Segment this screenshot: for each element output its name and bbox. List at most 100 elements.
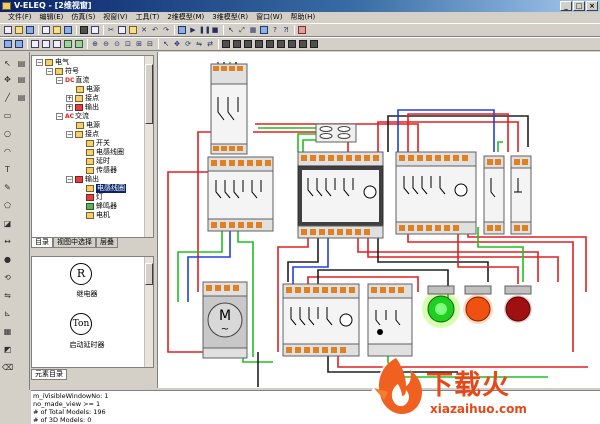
tree-node-electrical[interactable]: − 电气 (36, 58, 69, 67)
new-view-icon[interactable] (41, 25, 51, 35)
align-bottom-icon[interactable] (265, 39, 275, 49)
fill-tool-icon[interactable]: ◪ (2, 218, 13, 229)
tab-layers[interactable]: 层叠 (96, 238, 118, 248)
color-tool-icon[interactable]: ◩ (2, 344, 13, 355)
simulate-icon[interactable] (177, 25, 187, 35)
tree-node-output-coil[interactable]: 电感线圈 (86, 184, 126, 193)
view-3d-icon[interactable] (74, 39, 84, 49)
context-help-icon[interactable]: ⁈ (281, 25, 291, 35)
tree-node-symbols[interactable]: − 符号 (46, 67, 79, 76)
fuse-block[interactable] (315, 123, 357, 143)
grid-icon[interactable]: ▦ (248, 25, 258, 35)
zoom-out-icon[interactable]: ⊖ (101, 39, 111, 49)
zoom-in-icon[interactable]: ⊕ (90, 39, 100, 49)
maximize-button[interactable]: □ (573, 1, 585, 11)
menu-edit[interactable]: 编辑(E) (36, 12, 68, 23)
copy-icon[interactable] (117, 25, 127, 35)
menu-3d-model[interactable]: 3维模型(R) (208, 12, 252, 23)
align-left-icon[interactable] (221, 39, 231, 49)
2d-view-canvas[interactable]: M ~ (157, 52, 600, 388)
redo-icon[interactable]: ↷ (161, 25, 171, 35)
red-lamp[interactable] (505, 296, 531, 322)
select-tool-icon[interactable]: ↖ (2, 58, 13, 69)
contactor-4[interactable] (282, 283, 360, 357)
tree-node-dc-power[interactable]: 电源 (76, 85, 100, 94)
erase-tool-icon[interactable]: ⌫ (2, 362, 13, 373)
menu-2d-model[interactable]: 2维模型(M) (163, 12, 208, 23)
tree-node-ac-power[interactable]: 电源 (76, 121, 100, 130)
indicator-lamps[interactable] (422, 285, 532, 328)
paste-icon[interactable] (128, 25, 138, 35)
pan-icon[interactable]: ✥ (172, 39, 182, 49)
list-icon[interactable]: ▤ (16, 74, 27, 85)
tab-catalog[interactable]: 目录 (31, 238, 53, 248)
menu-window[interactable]: 窗口(W) (252, 12, 286, 23)
tree-node-lamp[interactable]: 灯 (86, 193, 103, 202)
polygon-tool-icon[interactable]: ⬠ (2, 200, 13, 211)
tree-node-ac[interactable]: − AC 交流 (56, 112, 89, 121)
zoom-all-icon[interactable]: ⊞ (134, 39, 144, 49)
tree-node-dc-contact[interactable]: + 接点 (66, 94, 99, 103)
tree-node-timer[interactable]: 延时 (86, 157, 110, 166)
list-icon[interactable]: ▤ (16, 92, 27, 103)
dimension-tool-icon[interactable]: ↔ (2, 236, 13, 247)
relay-symbol[interactable]: R (70, 263, 92, 285)
tree-node-switch[interactable]: 开关 (86, 139, 110, 148)
cut-icon[interactable]: ✂ (106, 25, 116, 35)
mirror-icon[interactable]: ⇋ (194, 39, 204, 49)
measure-tool-icon[interactable]: ⊾ (2, 308, 13, 319)
view-iso-icon[interactable] (63, 39, 73, 49)
save-view-icon[interactable] (63, 25, 73, 35)
tab-select-in-view[interactable]: 视图中选择 (53, 238, 96, 248)
group-icon[interactable] (287, 39, 297, 49)
motor[interactable]: M ~ (202, 281, 248, 359)
tree-node-dc[interactable]: − DC 直流 (56, 76, 89, 85)
save-icon[interactable] (25, 25, 35, 35)
help-icon[interactable]: ? (270, 25, 280, 35)
delete-icon[interactable]: ✕ (139, 25, 149, 35)
menu-tools[interactable]: 工具(T) (132, 12, 164, 23)
pointer-icon[interactable]: ↖ (226, 25, 236, 35)
relay-1[interactable] (483, 155, 505, 235)
element-scrollbar[interactable] (144, 257, 153, 367)
rotate-tool-icon[interactable]: ⟲ (2, 272, 13, 283)
tree-node-buzzer[interactable]: 蜂鸣器 (86, 202, 117, 211)
relay-2[interactable] (510, 155, 532, 235)
menu-file[interactable]: 文件(F) (4, 12, 36, 23)
open-view-icon[interactable] (52, 25, 62, 35)
layout-icon[interactable] (3, 39, 13, 49)
mirror-tool-icon[interactable]: ⇋ (2, 290, 13, 301)
component-icon[interactable] (259, 25, 269, 35)
tree-scrollbar[interactable] (144, 56, 153, 237)
tree-node-dc-output[interactable]: + 输出 (66, 103, 99, 112)
book-icon[interactable] (297, 25, 307, 35)
select-icon[interactable]: ↖ (161, 39, 171, 49)
tab-element-catalog[interactable]: 元素目录 (31, 369, 67, 380)
align-top-icon[interactable] (254, 39, 264, 49)
view-top-icon[interactable] (41, 39, 51, 49)
view-side-icon[interactable] (52, 39, 62, 49)
circle-tool-icon[interactable]: ○ (2, 128, 13, 139)
new-file-icon[interactable] (3, 25, 13, 35)
wire-icon[interactable]: ⤢ (237, 25, 247, 35)
stop-icon[interactable]: ■ (210, 25, 220, 35)
contactor-3[interactable] (395, 151, 477, 235)
pause-icon[interactable]: ❚❚ (199, 25, 211, 35)
pan-tool-icon[interactable]: ✥ (2, 74, 13, 85)
menu-help[interactable]: 帮助(H) (286, 12, 319, 23)
scroll-thumb[interactable] (145, 263, 153, 285)
zoom-fit-icon[interactable]: ⊡ (123, 39, 133, 49)
minimize-button[interactable]: _ (560, 1, 572, 11)
tree-node-ac-output[interactable]: − 输出 (66, 175, 99, 184)
contactor-1[interactable] (207, 156, 274, 232)
align-center-icon[interactable] (232, 39, 242, 49)
node-tool-icon[interactable]: ● (2, 254, 13, 265)
orange-lamp[interactable] (465, 296, 491, 322)
line-tool-icon[interactable]: ╱ (2, 92, 13, 103)
rect-tool-icon[interactable]: ▭ (2, 110, 13, 121)
move-icon[interactable]: ⇄ (205, 39, 215, 49)
scroll-thumb[interactable] (145, 64, 153, 124)
tree-toggle-icon[interactable]: ▤ (16, 58, 27, 69)
print-icon[interactable] (79, 25, 89, 35)
view-front-icon[interactable] (30, 39, 40, 49)
